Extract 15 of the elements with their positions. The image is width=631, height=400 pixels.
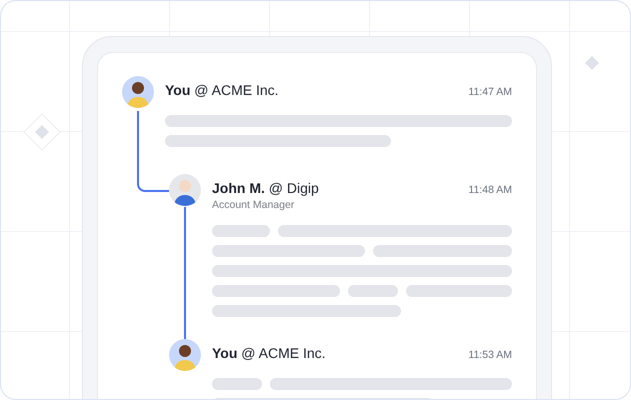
text-placeholder-bar	[212, 225, 270, 237]
message-time: 11:48 AM	[468, 183, 512, 198]
author-name: You @ ACME Inc.	[212, 344, 326, 363]
text-placeholder-bar	[212, 378, 262, 390]
author-name: John M. @ Digip	[212, 179, 319, 198]
avatar	[122, 76, 154, 108]
message-time: 11:47 AM	[468, 85, 512, 100]
text-placeholder-bar	[348, 285, 398, 297]
diamond-icon	[585, 56, 599, 70]
author-name: You @ ACME Inc.	[165, 81, 279, 100]
avatar	[169, 174, 201, 206]
avatar	[169, 339, 201, 371]
message-time: 11:53 AM	[468, 348, 512, 363]
diamond-icon	[23, 113, 61, 151]
author-role: Account Manager	[212, 199, 296, 213]
